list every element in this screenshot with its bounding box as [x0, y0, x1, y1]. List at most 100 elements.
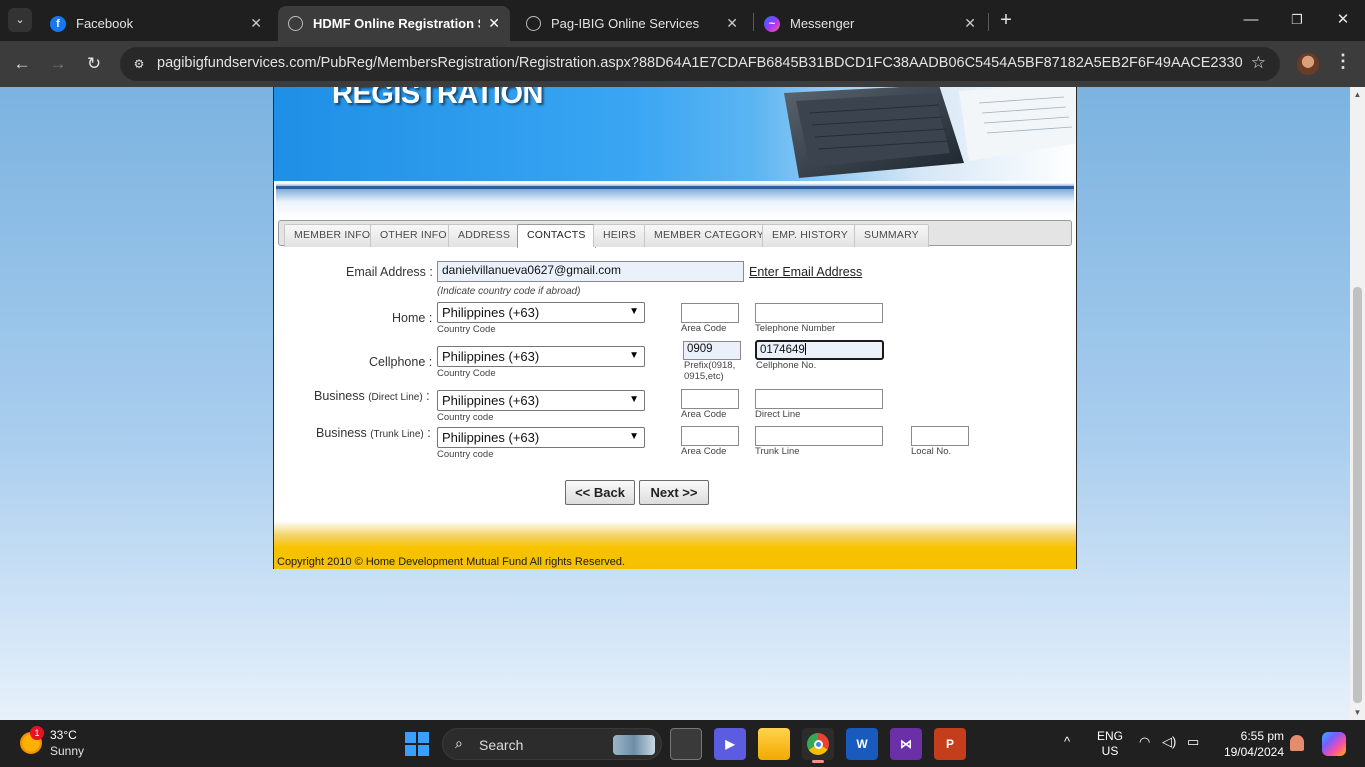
- powerpoint-icon[interactable]: P: [934, 728, 966, 760]
- registration-container: REGISTRATION MEMBER INFO OTHER INFO ADDR…: [273, 87, 1077, 569]
- chevron-down-icon: ▼: [629, 350, 639, 361]
- search-icon: ⌕: [455, 735, 463, 751]
- profile-avatar[interactable]: [1297, 53, 1319, 75]
- browser-menu-icon[interactable]: ⋮: [1334, 51, 1352, 72]
- scrollbar-thumb[interactable]: [1353, 287, 1362, 703]
- forward-arrow-icon[interactable]: →: [46, 52, 70, 76]
- browser-toolbar: ← → ↻ ⚙ pagibigfundservices.com/PubReg/M…: [0, 41, 1365, 87]
- tab-title: Messenger: [790, 16, 855, 31]
- business-direct-country-code-select[interactable]: Philippines (+63) ▼: [437, 390, 645, 411]
- business-trunk-local-hint: Local No.: [911, 446, 952, 457]
- tab-search-chevron-icon[interactable]: ⌄: [8, 8, 32, 32]
- reload-icon[interactable]: ↻: [82, 52, 106, 76]
- volume-icon[interactable]: ◁): [1162, 734, 1176, 750]
- business-trunk-country-hint: Country code: [437, 449, 494, 460]
- site-info-icon[interactable]: ⚙: [130, 55, 148, 73]
- tab-contacts[interactable]: CONTACTS: [517, 224, 596, 248]
- restore-icon[interactable]: ❐: [1285, 8, 1309, 32]
- chevron-down-icon: ▼: [629, 306, 639, 317]
- tab-hdmf-registration[interactable]: HDMF Online Registration Syst ✕: [278, 6, 510, 41]
- tab-heirs[interactable]: HEIRS: [593, 224, 647, 247]
- business-direct-label: Business (Direct Line) :: [314, 389, 430, 403]
- banner-wave-divider: [276, 181, 1074, 217]
- cellphone-prefix-hint: Prefix(0918, 0915,etc): [684, 360, 736, 382]
- file-explorer-icon[interactable]: [758, 728, 790, 760]
- tab-member-category[interactable]: MEMBER CATEGORY: [644, 224, 774, 247]
- email-field[interactable]: danielvillanueva0627@gmail.com: [437, 261, 744, 282]
- scroll-up-icon[interactable]: ▲: [1350, 90, 1365, 99]
- back-arrow-icon[interactable]: ←: [10, 52, 34, 76]
- tab-title: Pag-IBIG Online Services: [551, 16, 700, 31]
- tab-other-info[interactable]: OTHER INFO: [370, 224, 457, 247]
- business-trunk-country-code-select[interactable]: Philippines (+63) ▼: [437, 427, 645, 448]
- tab-emp-history[interactable]: EMP. HISTORY: [762, 224, 858, 247]
- tab-title: HDMF Online Registration Syst: [313, 16, 480, 31]
- globe-icon: [288, 16, 303, 31]
- home-area-code-field[interactable]: [681, 303, 739, 323]
- new-tab-icon[interactable]: +: [996, 8, 1016, 32]
- copyright-footer: Copyright 2010 © Home Development Mutual…: [277, 556, 626, 568]
- close-window-icon[interactable]: ✕: [1331, 8, 1355, 32]
- tab-facebook[interactable]: f Facebook ✕: [40, 6, 272, 41]
- close-tab-icon[interactable]: ✕: [726, 15, 738, 32]
- cellphone-prefix-field[interactable]: 0909: [683, 341, 741, 360]
- country-code-note: (Indicate country code if abroad): [437, 286, 581, 297]
- search-highlight-image: [613, 735, 655, 755]
- weather-temperature[interactable]: 33°C: [50, 728, 77, 742]
- language-indicator[interactable]: ENG US: [1097, 729, 1123, 759]
- tab-pagibig-online-services[interactable]: Pag-IBIG Online Services ✕: [516, 6, 748, 41]
- task-view-icon[interactable]: [670, 728, 702, 760]
- business-trunk-line-field[interactable]: [755, 426, 883, 446]
- weather-description[interactable]: Sunny: [50, 744, 84, 758]
- business-trunk-label: Business (Trunk Line) :: [316, 426, 431, 440]
- page-scrollbar[interactable]: ▲ ▼: [1350, 87, 1365, 720]
- teams-chat-icon[interactable]: ▶: [714, 728, 746, 760]
- business-direct-line-field[interactable]: [755, 389, 883, 409]
- minimize-icon[interactable]: —: [1239, 8, 1263, 32]
- home-telephone-field[interactable]: [755, 303, 883, 323]
- scroll-down-icon[interactable]: ▼: [1350, 708, 1365, 717]
- enter-email-address-link[interactable]: Enter Email Address: [749, 265, 862, 279]
- taskbar-search-placeholder: Search: [479, 737, 524, 753]
- close-tab-icon[interactable]: ✕: [488, 15, 500, 32]
- home-country-code-select[interactable]: Philippines (+63) ▼: [437, 302, 645, 323]
- banner-title: REGISTRATION: [332, 87, 543, 110]
- chevron-down-icon: ▼: [629, 394, 639, 405]
- messenger-icon: ~: [764, 15, 780, 32]
- word-icon[interactable]: W: [846, 728, 878, 760]
- visual-studio-icon[interactable]: ⋈: [890, 728, 922, 760]
- business-direct-line-hint: Direct Line: [755, 409, 801, 420]
- address-bar[interactable]: ⚙ pagibigfundservices.com/PubReg/Members…: [120, 47, 1280, 81]
- home-country-hint: Country Code: [437, 324, 496, 335]
- tab-summary[interactable]: SUMMARY: [854, 224, 929, 247]
- cellphone-number-field[interactable]: 0174649: [755, 340, 884, 360]
- home-area-code-hint: Area Code: [681, 323, 727, 334]
- system-clock[interactable]: 6:55 pm 19/04/2024: [1216, 728, 1284, 760]
- business-trunk-area-code-field[interactable]: [681, 426, 739, 446]
- business-trunk-local-field[interactable]: [911, 426, 969, 446]
- copilot-icon[interactable]: [1322, 732, 1346, 756]
- page-viewport: REGISTRATION MEMBER INFO OTHER INFO ADDR…: [0, 87, 1350, 720]
- cellphone-country-code-select[interactable]: Philippines (+63) ▼: [437, 346, 645, 367]
- battery-icon[interactable]: ▭: [1187, 734, 1199, 750]
- close-tab-icon[interactable]: ✕: [250, 15, 262, 32]
- chrome-icon[interactable]: [802, 728, 834, 763]
- notification-bell-icon[interactable]: [1290, 735, 1304, 751]
- close-tab-icon[interactable]: ✕: [964, 15, 976, 32]
- tab-messenger[interactable]: ~ Messenger ✕: [754, 6, 986, 41]
- next-button[interactable]: Next >>: [639, 480, 709, 505]
- tab-member-info[interactable]: MEMBER INFO: [284, 224, 381, 247]
- business-direct-country-hint: Country code: [437, 412, 494, 423]
- tab-address[interactable]: ADDRESS: [448, 224, 521, 247]
- windows-start-icon[interactable]: [405, 732, 429, 756]
- bookmark-star-icon[interactable]: ☆: [1251, 53, 1266, 73]
- back-button[interactable]: << Back: [565, 480, 635, 505]
- registration-banner: REGISTRATION: [274, 87, 1076, 181]
- taskbar-search[interactable]: ⌕ Search: [442, 728, 662, 760]
- business-direct-area-code-field[interactable]: [681, 389, 739, 409]
- url-text[interactable]: pagibigfundservices.com/PubReg/MembersRe…: [157, 55, 1242, 71]
- wifi-icon[interactable]: ◠: [1139, 734, 1150, 750]
- facebook-icon: f: [50, 15, 66, 32]
- show-hidden-icons-icon[interactable]: ^: [1064, 734, 1070, 749]
- browser-tab-strip: ⌄ f Facebook ✕ HDMF Online Registration …: [0, 0, 1365, 41]
